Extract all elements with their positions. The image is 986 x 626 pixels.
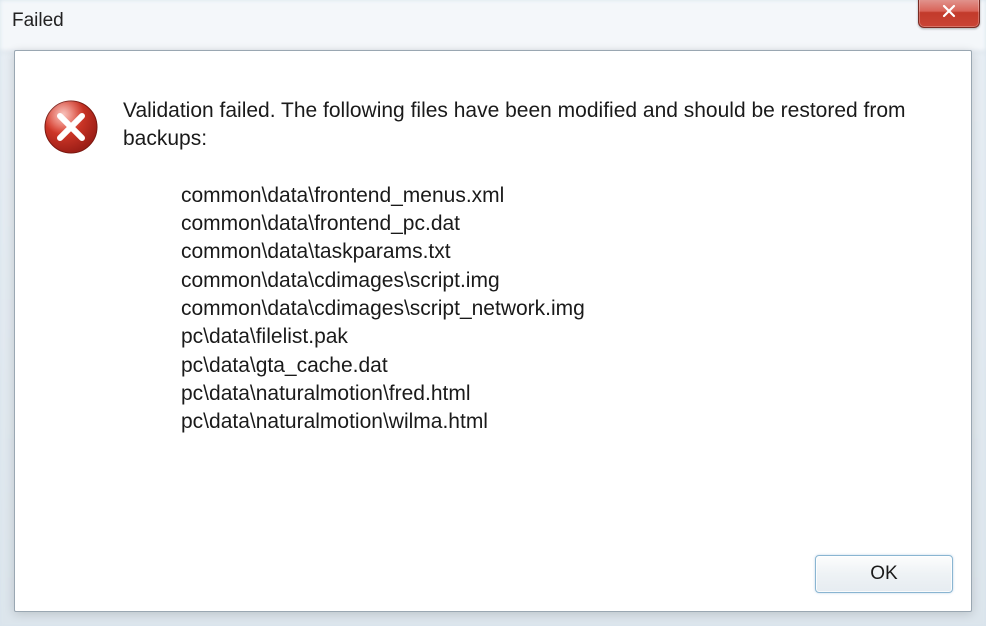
file-item: common\data\taskparams.txt xyxy=(181,238,943,266)
file-item: pc\data\gta_cache.dat xyxy=(181,352,943,380)
error-message: Validation failed. The following files h… xyxy=(123,97,943,154)
button-area: OK xyxy=(15,543,971,611)
file-item: common\data\cdimages\script.img xyxy=(181,267,943,295)
content-area: Validation failed. The following files h… xyxy=(15,51,971,543)
error-icon xyxy=(43,99,99,155)
ok-button[interactable]: OK xyxy=(815,555,953,593)
close-button[interactable] xyxy=(918,0,980,28)
file-item: pc\data\naturalmotion\wilma.html xyxy=(181,408,943,436)
dialog-body: Validation failed. The following files h… xyxy=(14,50,972,612)
file-list: common\data\frontend_menus.xml common\da… xyxy=(123,182,943,437)
file-item: common\data\frontend_menus.xml xyxy=(181,182,943,210)
window-title: Failed xyxy=(12,10,64,32)
message-area: Validation failed. The following files h… xyxy=(123,97,943,437)
file-item: pc\data\naturalmotion\fred.html xyxy=(181,380,943,408)
close-icon xyxy=(941,4,957,22)
error-dialog: Failed xyxy=(0,0,986,626)
file-item: common\data\cdimages\script_network.img xyxy=(181,295,943,323)
file-item: pc\data\filelist.pak xyxy=(181,323,943,351)
file-item: common\data\frontend_pc.dat xyxy=(181,210,943,238)
title-bar: Failed xyxy=(4,2,982,40)
